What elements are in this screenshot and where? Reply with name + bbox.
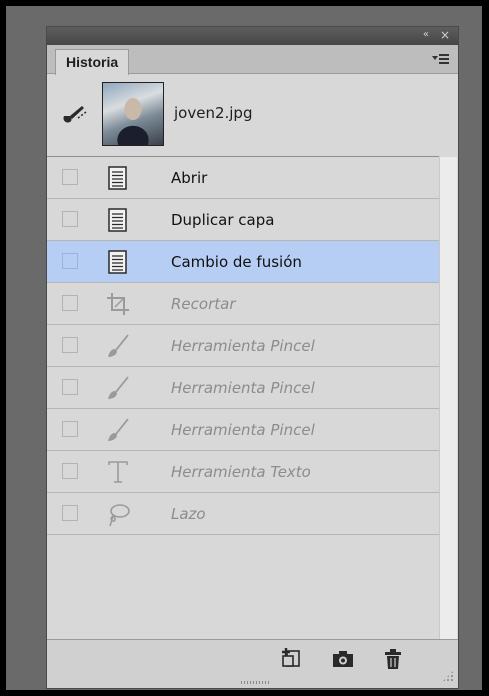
snapshot-row[interactable]: joven2.jpg bbox=[47, 74, 439, 157]
document-icon bbox=[105, 207, 131, 233]
camera-icon[interactable] bbox=[331, 648, 355, 670]
brush-icon bbox=[105, 375, 131, 401]
history-state-row[interactable]: Lazo bbox=[47, 493, 439, 535]
brush-icon bbox=[105, 417, 131, 443]
snapshot-source-checkbox[interactable] bbox=[62, 463, 78, 479]
history-state-row[interactable]: Herramienta Pincel bbox=[47, 367, 439, 409]
snapshot-source-checkbox[interactable] bbox=[62, 505, 78, 521]
snapshot-label: joven2.jpg bbox=[174, 104, 253, 122]
history-panel: « × Historia joven2.jpg Abrir Duplicar ca… bbox=[46, 26, 459, 689]
panel-bottom-bar bbox=[47, 639, 458, 688]
collapse-icon[interactable]: « bbox=[423, 29, 429, 40]
panel-titlebar: « × bbox=[47, 27, 458, 45]
document-icon bbox=[105, 249, 131, 275]
crop-icon bbox=[105, 291, 131, 317]
new-document-from-state-icon[interactable] bbox=[279, 648, 303, 670]
trash-icon[interactable] bbox=[381, 648, 405, 670]
history-state-label: Abrir bbox=[171, 169, 208, 187]
tab-historia[interactable]: Historia bbox=[55, 49, 130, 75]
document-icon bbox=[105, 165, 131, 191]
panel-menu-icon[interactable] bbox=[432, 52, 450, 66]
brush-icon bbox=[105, 333, 131, 359]
snapshot-source-checkbox[interactable] bbox=[62, 169, 78, 185]
lasso-icon bbox=[105, 501, 131, 527]
panel-grip[interactable] bbox=[241, 681, 271, 684]
history-brush-source-icon[interactable] bbox=[60, 102, 88, 126]
snapshot-source-checkbox[interactable] bbox=[62, 379, 78, 395]
snapshot-source-checkbox[interactable] bbox=[62, 211, 78, 227]
history-state-row[interactable]: Herramienta Texto bbox=[47, 451, 439, 493]
history-state-row[interactable]: Abrir bbox=[47, 157, 439, 199]
text-tool-icon bbox=[105, 459, 131, 485]
history-list: Abrir Duplicar capa Cambio de fusión Recort… bbox=[47, 157, 439, 535]
snapshot-source-checkbox[interactable] bbox=[62, 295, 78, 311]
history-state-label: Herramienta Texto bbox=[171, 463, 311, 481]
panel-tabbar: Historia bbox=[47, 45, 458, 75]
window-frame: « × Historia joven2.jpg Abrir Duplicar ca… bbox=[6, 6, 482, 690]
history-state-label: Herramienta Pincel bbox=[171, 337, 315, 355]
history-state-label: Lazo bbox=[171, 505, 206, 523]
history-state-row[interactable]: Cambio de fusión bbox=[47, 241, 439, 283]
snapshot-source-checkbox[interactable] bbox=[62, 337, 78, 353]
history-state-label: Herramienta Pincel bbox=[171, 379, 315, 397]
history-state-row[interactable]: Recortar bbox=[47, 283, 439, 325]
snapshot-source-checkbox[interactable] bbox=[62, 421, 78, 437]
scrollbar[interactable] bbox=[439, 157, 457, 641]
close-icon[interactable]: × bbox=[440, 28, 450, 42]
snapshot-thumbnail bbox=[102, 82, 164, 146]
history-state-label: Recortar bbox=[171, 295, 236, 313]
snapshot-source-checkbox[interactable] bbox=[62, 253, 78, 269]
history-state-label: Cambio de fusión bbox=[171, 253, 302, 271]
history-state-row[interactable]: Duplicar capa bbox=[47, 199, 439, 241]
history-state-row[interactable]: Herramienta Pincel bbox=[47, 409, 439, 451]
history-state-row[interactable]: Herramienta Pincel bbox=[47, 325, 439, 367]
resize-handle[interactable] bbox=[442, 670, 454, 682]
history-state-label: Duplicar capa bbox=[171, 211, 275, 229]
history-state-label: Herramienta Pincel bbox=[171, 421, 315, 439]
